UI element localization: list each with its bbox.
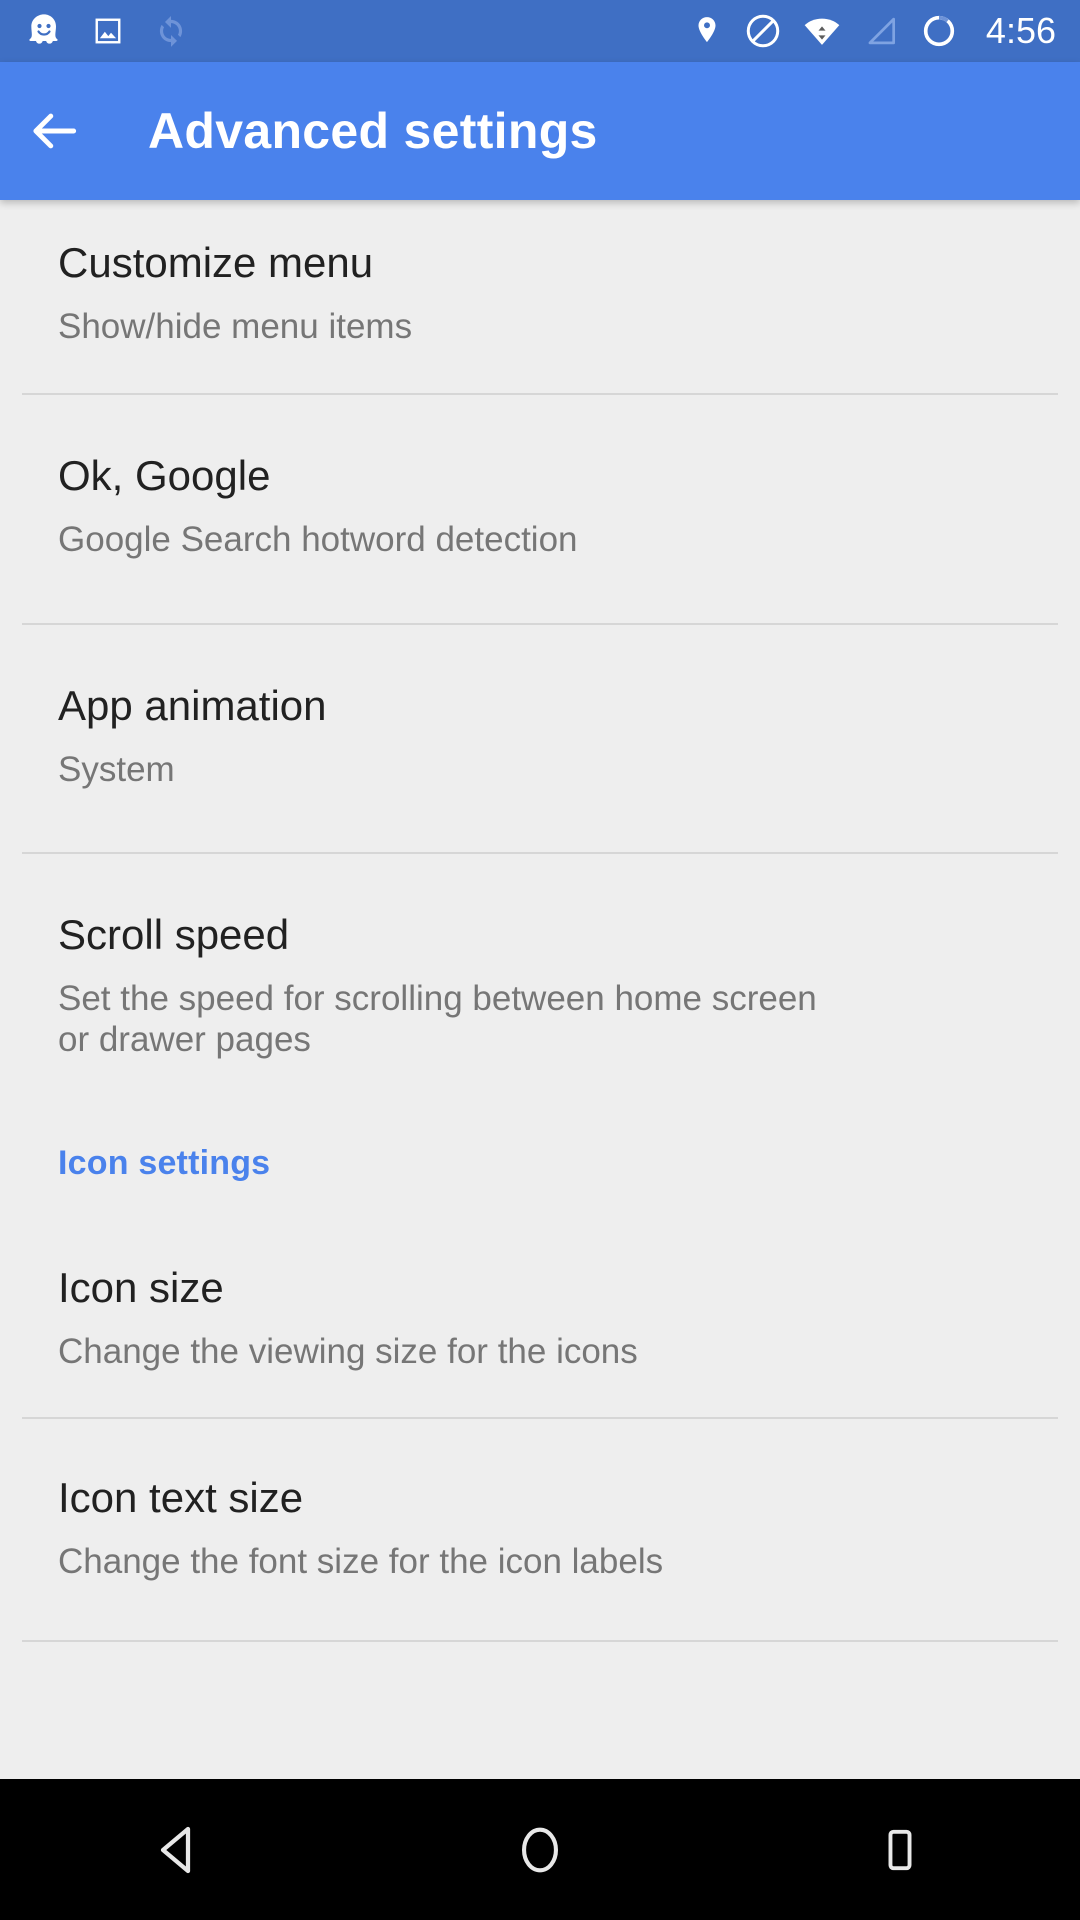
preference-summary: System xyxy=(58,749,175,789)
status-bar-notification-icons xyxy=(24,11,190,51)
app-bar: Advanced settings xyxy=(0,62,1080,200)
preference-item-ok-google[interactable]: Ok, Google Google Search hotword detecti… xyxy=(0,395,1080,622)
preference-summary: Show/hide menu items xyxy=(58,307,413,346)
wifi-transfer-icon xyxy=(802,11,842,51)
status-bar-system-icons: 4:56 xyxy=(690,10,1056,52)
section-header-icon-settings: Icon settings xyxy=(58,1144,271,1183)
location-pin-icon xyxy=(690,14,724,48)
arrow-back-icon xyxy=(27,103,83,159)
page-title: Advanced settings xyxy=(148,103,598,159)
cell-signal-icon xyxy=(862,12,900,50)
preference-title: Scroll speed xyxy=(58,910,290,958)
preference-title: Customize menu xyxy=(58,239,374,286)
recents-nav-button[interactable] xyxy=(720,1779,1080,1920)
preference-item-customize-menu[interactable]: Customize menu Show/hide menu items xyxy=(0,200,1080,393)
preference-summary: Change the font size for the icon labels xyxy=(58,1541,664,1581)
list-divider xyxy=(22,1640,1058,1643)
settings-list[interactable]: Customize menu Show/hide menu items Ok, … xyxy=(0,200,1080,1779)
preference-item-icon-text-size[interactable]: Icon text size Change the font size for … xyxy=(0,1419,1080,1640)
status-bar: 4:56 xyxy=(0,0,1080,62)
preference-title: Icon size xyxy=(58,1264,224,1312)
battery-circle-icon xyxy=(920,12,958,50)
status-bar-clock: 4:56 xyxy=(985,10,1056,51)
screenshot-image-icon xyxy=(90,13,126,49)
preference-summary: Set the speed for scrolling between home… xyxy=(58,978,817,1060)
navigation-bar xyxy=(0,1779,1080,1920)
back-nav-button[interactable] xyxy=(0,1779,360,1920)
preference-title: Ok, Google xyxy=(58,452,271,500)
preference-item-icon-size[interactable]: Icon size Change the viewing size for th… xyxy=(0,1229,1080,1416)
preference-title: App animation xyxy=(58,681,327,729)
preference-summary: Change the viewing size for the icons xyxy=(58,1332,638,1372)
circle-home-icon xyxy=(511,1821,569,1879)
home-nav-button[interactable] xyxy=(360,1779,720,1920)
preference-item-scroll-speed[interactable]: Scroll speed Set the speed for scrolling… xyxy=(0,854,1080,1075)
preference-item-app-animation[interactable]: App animation System xyxy=(0,625,1080,852)
sync-icon xyxy=(152,12,190,50)
android-screen: 4:56 Advanced settings Customize menu Sh… xyxy=(0,0,1080,1920)
waze-ghost-icon xyxy=(24,11,64,51)
preference-summary: Google Search hotword detection xyxy=(58,520,578,560)
triangle-back-icon xyxy=(150,1820,210,1880)
back-button[interactable] xyxy=(0,62,110,200)
preference-title: Icon text size xyxy=(58,1473,304,1521)
square-recents-icon xyxy=(874,1824,926,1876)
do-not-disturb-icon xyxy=(744,12,782,50)
